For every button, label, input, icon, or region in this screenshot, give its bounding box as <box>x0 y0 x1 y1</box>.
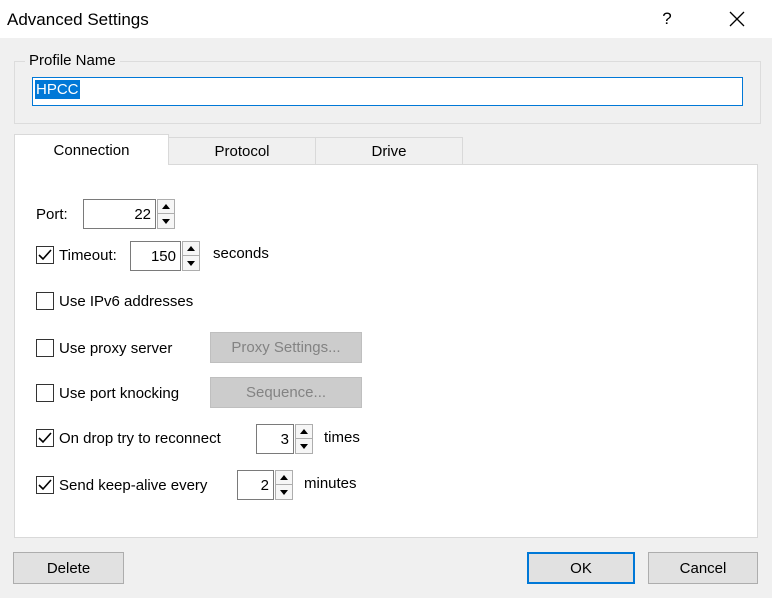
reconnect-input[interactable]: 3 <box>256 424 294 454</box>
keepalive-spinner: 2 <box>237 470 293 500</box>
reconnect-checkbox[interactable]: On drop try to reconnect <box>36 429 221 447</box>
arrow-down-icon <box>280 489 288 495</box>
timeout-check-box[interactable] <box>36 246 54 264</box>
reconnect-down-button[interactable] <box>295 439 313 454</box>
ok-button[interactable]: OK <box>527 552 635 584</box>
knocking-checkbox[interactable]: Use port knocking <box>36 384 179 402</box>
arrow-up-icon <box>300 429 308 434</box>
reconnect-label: On drop try to reconnect <box>59 429 221 447</box>
tab-protocol-label: Protocol <box>214 143 270 160</box>
port-input[interactable]: 22 <box>83 199 156 229</box>
port-up-button[interactable] <box>157 199 175 214</box>
port-value: 22 <box>134 205 151 223</box>
checkmark-icon <box>38 479 52 491</box>
timeout-spinner: 150 <box>130 241 200 271</box>
keepalive-input[interactable]: 2 <box>237 470 274 500</box>
timeout-input[interactable]: 150 <box>130 241 181 271</box>
proxy-label: Use proxy server <box>59 339 173 357</box>
profile-name-group: Profile Name HPCC <box>14 52 761 124</box>
arrow-up-icon <box>280 475 288 480</box>
port-down-button[interactable] <box>157 214 175 229</box>
ipv6-check-box[interactable] <box>36 292 54 310</box>
keepalive-down-button[interactable] <box>275 485 293 500</box>
reconnect-value: 3 <box>280 430 289 448</box>
arrow-down-icon <box>187 260 195 266</box>
profile-name-value: HPCC <box>35 80 80 99</box>
ok-label: OK <box>570 559 592 577</box>
delete-label: Delete <box>46 559 91 577</box>
timeout-value: 150 <box>150 247 176 265</box>
arrow-up-icon <box>187 246 195 251</box>
proxy-checkbox[interactable]: Use proxy server <box>36 339 172 357</box>
timeout-unit: seconds <box>213 245 269 262</box>
arrow-down-icon <box>300 443 308 449</box>
knocking-label: Use port knocking <box>59 384 180 402</box>
keepalive-label: Send keep-alive every <box>59 476 208 494</box>
tab-drive[interactable]: Drive <box>315 137 463 165</box>
proxy-check-box[interactable] <box>36 339 54 357</box>
profile-name-input[interactable]: HPCC <box>32 77 743 106</box>
arrow-up-icon <box>162 204 170 209</box>
cancel-label: Cancel <box>679 559 727 577</box>
ipv6-checkbox[interactable]: Use IPv6 addresses <box>36 292 193 310</box>
keepalive-value: 2 <box>260 476 269 494</box>
cancel-button[interactable]: Cancel <box>648 552 758 584</box>
profile-name-label: Profile Name <box>25 52 120 69</box>
tab-connection[interactable]: Connection <box>14 134 169 165</box>
timeout-up-button[interactable] <box>182 241 200 256</box>
reconnect-up-button[interactable] <box>295 424 313 439</box>
keepalive-checkbox[interactable]: Send keep-alive every <box>36 476 207 494</box>
tab-protocol[interactable]: Protocol <box>168 137 316 165</box>
port-label: Port: <box>36 206 68 223</box>
window-title: Advanced Settings <box>7 10 149 29</box>
timeout-down-button[interactable] <box>182 256 200 271</box>
close-icon <box>729 11 745 27</box>
tab-connection-label: Connection <box>53 141 130 159</box>
reconnect-check-box[interactable] <box>36 429 54 447</box>
title-bar: Advanced Settings ? <box>0 0 772 38</box>
sequence-label: Sequence... <box>245 384 327 401</box>
keepalive-check-box[interactable] <box>36 476 54 494</box>
knocking-check-box[interactable] <box>36 384 54 402</box>
dialog-body: Profile Name HPCC Connection Protocol Dr… <box>0 38 772 598</box>
connection-panel: Port: 22 Timeout: 150 seconds Use IPv6 a… <box>14 164 758 538</box>
ipv6-label: Use IPv6 addresses <box>59 292 194 310</box>
delete-button[interactable]: Delete <box>13 552 124 584</box>
timeout-checkbox[interactable]: Timeout: <box>36 246 117 264</box>
keepalive-unit: minutes <box>304 475 357 492</box>
port-spinner: 22 <box>83 199 175 229</box>
reconnect-spinner: 3 <box>256 424 313 454</box>
timeout-label: Timeout: <box>59 246 117 264</box>
proxy-settings-label: Proxy Settings... <box>231 339 341 356</box>
arrow-down-icon <box>162 218 170 224</box>
help-button[interactable]: ? <box>650 0 684 38</box>
checkmark-icon <box>38 249 52 261</box>
proxy-settings-button[interactable]: Proxy Settings... <box>210 332 362 363</box>
close-button[interactable] <box>712 0 762 38</box>
sequence-button[interactable]: Sequence... <box>210 377 362 408</box>
checkmark-icon <box>38 432 52 444</box>
tab-drive-label: Drive <box>371 143 407 160</box>
reconnect-unit: times <box>324 429 360 446</box>
keepalive-up-button[interactable] <box>275 470 293 485</box>
